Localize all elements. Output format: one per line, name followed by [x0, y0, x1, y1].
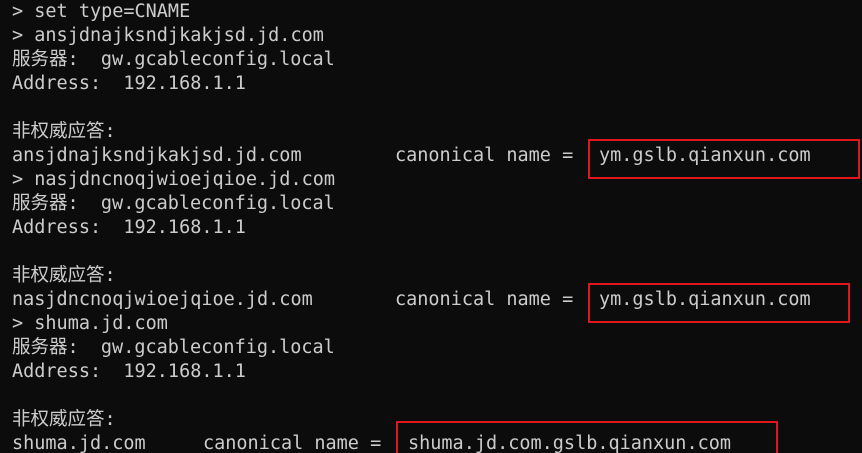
address-line: Address: 192.168.1.1	[12, 217, 246, 238]
cname-label: canonical name =	[395, 289, 574, 310]
cname-host: ansjdnajksndjkakjsd.jd.com	[12, 145, 302, 166]
terminal-window[interactable]: > set type=CNAME > ansjdnajksndjkakjsd.j…	[0, 0, 862, 453]
cname-host: nasjdncnoqjwioejqioe.jd.com	[12, 289, 313, 310]
cname-value: ym.gslb.qianxun.com	[599, 145, 811, 166]
server-line: 服务器: gw.gcableconfig.local	[12, 49, 335, 70]
cname-value: shuma.jd.com.gslb.qianxun.com	[408, 433, 732, 453]
address-line: Address: 192.168.1.1	[12, 361, 246, 382]
prompt-line: > ansjdnajksndjkakjsd.jd.com	[12, 25, 324, 46]
cname-value: ym.gslb.qianxun.com	[599, 289, 811, 310]
cname-result-line: ansjdnajksndjkakjsd.jd.com canonical nam…	[12, 144, 852, 168]
cname-result-line: nasjdncnoqjwioejqioe.jd.com canonical na…	[12, 288, 852, 312]
cname-label: canonical name =	[395, 145, 574, 166]
prompt-line: > set type=CNAME	[12, 1, 191, 22]
server-line: 服务器: gw.gcableconfig.local	[12, 193, 335, 214]
non-authoritative-heading: 非权威应答:	[12, 265, 116, 286]
non-authoritative-heading: 非权威应答:	[12, 409, 116, 430]
cname-result-line: shuma.jd.com canonical name = shuma.jd.c…	[12, 432, 852, 453]
address-line: Address: 192.168.1.1	[12, 73, 246, 94]
server-line: 服务器: gw.gcableconfig.local	[12, 337, 335, 358]
cname-label: canonical name =	[203, 433, 382, 453]
prompt-line: > shuma.jd.com	[12, 313, 168, 334]
cname-host: shuma.jd.com	[12, 433, 146, 453]
prompt-line: > nasjdncnoqjwioejqioe.jd.com	[12, 169, 336, 190]
non-authoritative-heading: 非权威应答:	[12, 121, 116, 142]
